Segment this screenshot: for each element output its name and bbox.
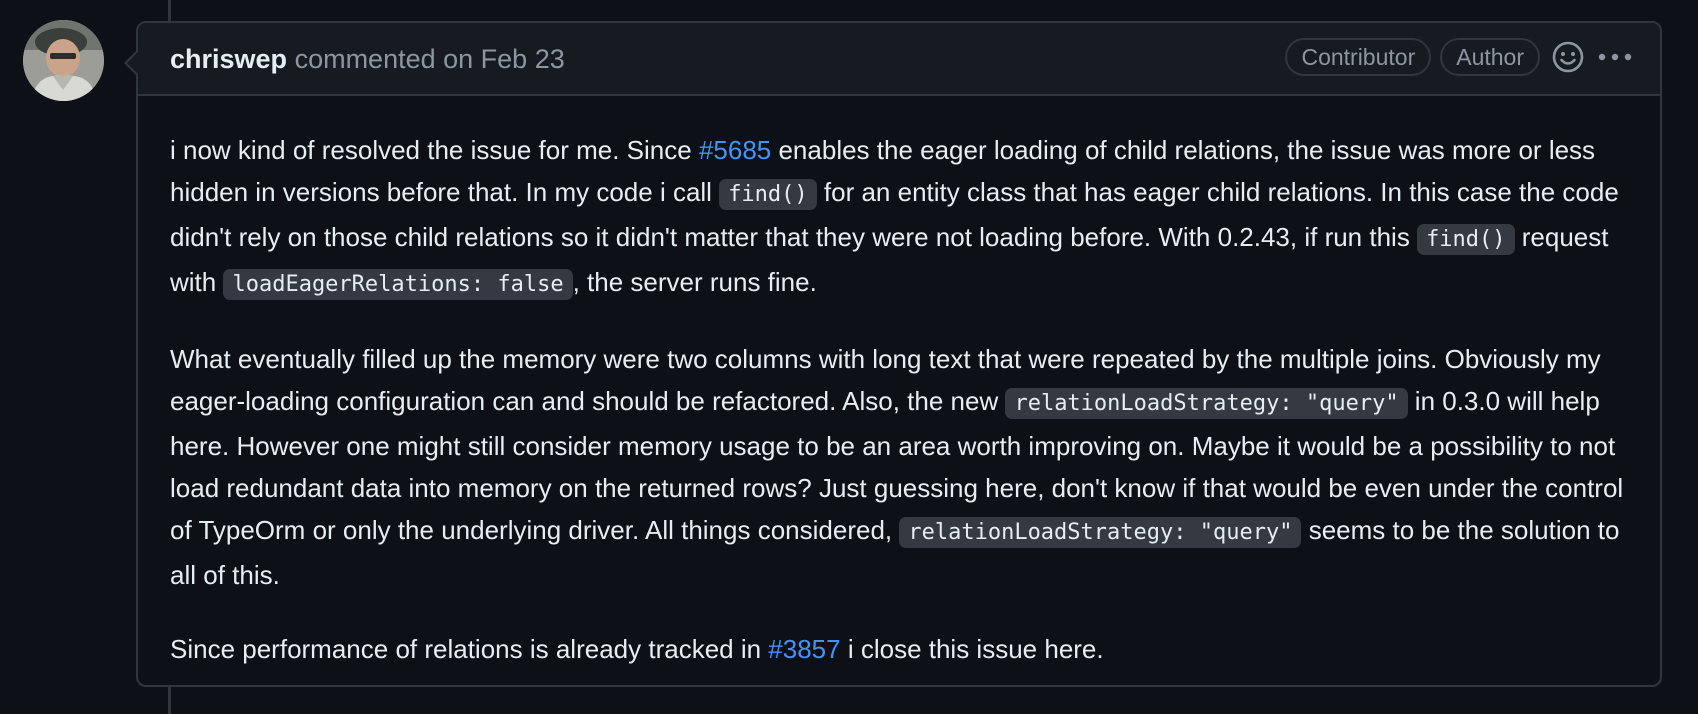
author-link[interactable]: chriswep [170, 44, 287, 74]
avatar-image [23, 20, 104, 101]
comment-card: chriswep commented on Feb 23 Contributor… [124, 21, 1662, 687]
issue-link-5685[interactable]: #5685 [699, 135, 771, 165]
avatar[interactable] [23, 20, 104, 101]
add-reaction-button[interactable] [1549, 38, 1587, 76]
comment-paragraph-3: Since performance of relations is alread… [170, 634, 1104, 664]
comment-body: i now kind of resolved the issue for me.… [170, 129, 1630, 702]
contributor-badge: Contributor [1285, 38, 1432, 76]
comment-timestamp[interactable]: commented on Feb 23 [295, 44, 565, 74]
kebab-horizontal-icon [1598, 53, 1632, 61]
author-badge: Author [1440, 38, 1540, 76]
comment-header: chriswep commented on Feb 23 Contributor… [138, 23, 1660, 96]
comment-paragraph-1: i now kind of resolved the issue for me.… [170, 129, 1630, 306]
smiley-icon [1552, 41, 1584, 73]
inline-code-find: find() [719, 179, 817, 210]
more-options-button[interactable] [1596, 38, 1634, 76]
inline-code-relation-load-strategy: relationLoadStrategy: "query" [1005, 388, 1408, 419]
comment-header-title: chriswep commented on Feb 23 [170, 41, 565, 77]
issue-link-3857[interactable]: #3857 [768, 634, 840, 664]
inline-code-relation-load-strategy: relationLoadStrategy: "query" [899, 517, 1302, 548]
comment-paragraph-2: What eventually filled up the memory wer… [170, 344, 1624, 590]
comment-header-actions: Contributor Author [1285, 38, 1634, 76]
inline-code-find: find() [1417, 224, 1515, 255]
inline-code-load-eager-relations: loadEagerRelations: false [223, 269, 573, 300]
